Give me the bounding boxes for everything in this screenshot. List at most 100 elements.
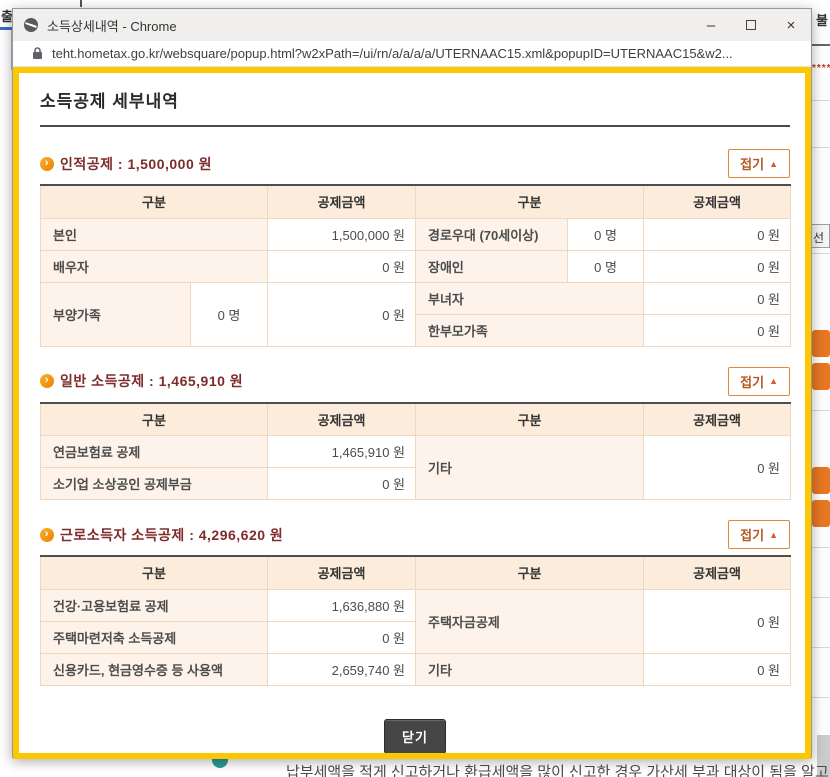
chrome-popup-window: 소득상세내역 - Chrome – × teht.hometax.go.kr/w… (12, 8, 812, 758)
window-titlebar: 소득상세내역 - Chrome – × (13, 9, 811, 41)
close-popup-button[interactable]: 닫기 (384, 719, 446, 754)
address-bar[interactable]: teht.hometax.go.kr/websquare/popup.html?… (13, 41, 811, 67)
section-title-text: 일반 소득공제 : 1,465,910 원 (60, 371, 243, 391)
screen: 출 불 **** 선 납부세액을 적게 신고하거나 환급세액을 많이 신고한 경… (0, 0, 830, 777)
label-cell: 주택자금공제 (416, 589, 644, 653)
background-row-line (810, 597, 830, 598)
column-header: 공제금액 (644, 556, 791, 589)
column-header: 공제금액 (268, 185, 416, 218)
background-orange-button[interactable] (812, 500, 830, 527)
collapse-label: 접기 (740, 154, 764, 173)
section-title-text: 근로소득자 소득공제 : 4,296,620 원 (60, 525, 283, 545)
collapse-label: 접기 (740, 372, 764, 391)
table-header-row: 구분 공제금액 구분 공제금액 (41, 556, 791, 589)
collapse-arrow-icon: ▲ (769, 159, 778, 169)
collapse-button[interactable]: 접기 ▲ (728, 367, 790, 396)
count-cell: 0 명 (191, 282, 268, 346)
section-arrow-icon: › (40, 528, 54, 542)
background-row-line (810, 147, 830, 148)
label-cell: 경로우대 (70세이상) (416, 218, 568, 250)
collapse-button[interactable]: 접기 ▲ (728, 520, 790, 549)
column-header: 구분 (41, 403, 268, 436)
column-header: 구분 (416, 185, 644, 218)
minimize-button[interactable]: – (691, 9, 731, 41)
collapse-arrow-icon: ▲ (769, 530, 778, 540)
amount-cell: 0 원 (644, 250, 791, 282)
background-orange-button[interactable] (812, 467, 830, 494)
column-header: 공제금액 (644, 185, 791, 218)
amount-cell: 0 원 (268, 250, 416, 282)
label-cell: 부양가족 (41, 282, 191, 346)
amount-cell: 0 원 (268, 621, 416, 653)
background-notice-text: 납부세액을 적게 신고하거나 환급세액을 많이 신고한 경우 가산세 부과 대상… (286, 761, 830, 777)
background-tab-right: 불 (816, 10, 828, 29)
amount-cell: 0 원 (644, 653, 791, 685)
earned-income-deduction-table: 구분 공제금액 구분 공제금액 건강·고용보험료 공제 1,636,880 원 … (40, 555, 791, 686)
table-row: 본인 1,500,000 원 경로우대 (70세이상) 0 명 0 원 (41, 218, 791, 250)
title-divider (40, 125, 790, 127)
section-arrow-icon: › (40, 374, 54, 388)
label-cell: 주택마련저축 소득공제 (41, 621, 268, 653)
label-cell: 장애인 (416, 250, 568, 282)
amount-cell: 1,636,880 원 (268, 589, 416, 621)
label-cell: 기타 (416, 653, 644, 685)
close-window-button[interactable]: × (771, 9, 811, 41)
table-row: 배우자 0 원 장애인 0 명 0 원 (41, 250, 791, 282)
window-title: 소득상세내역 - Chrome (47, 16, 177, 35)
amount-cell: 0 원 (644, 436, 791, 500)
section-arrow-icon: › (40, 157, 54, 171)
column-header: 공제금액 (268, 403, 416, 436)
background-required-stars: **** (812, 63, 830, 74)
section-title-text: 인적공제 : 1,500,000 원 (60, 154, 212, 174)
url-text[interactable]: teht.hometax.go.kr/websquare/popup.html?… (52, 46, 733, 61)
section-general-deduction: › 일반 소득공제 : 1,465,910 원 접기 ▲ 구분 공제금액 (40, 367, 790, 501)
background-orange-button[interactable] (812, 363, 830, 390)
amount-cell: 0 원 (268, 282, 416, 346)
amount-cell: 0 원 (268, 468, 416, 500)
amount-cell: 2,659,740 원 (268, 653, 416, 685)
maximize-button[interactable] (731, 9, 771, 41)
page-title: 소득공제 세부내역 (40, 87, 790, 112)
amount-cell: 0 원 (644, 218, 791, 250)
table-header-row: 구분 공제금액 구분 공제금액 (41, 403, 791, 436)
background-row-line (810, 647, 830, 648)
table-row: 건강·고용보험료 공제 1,636,880 원 주택자금공제 0 원 (41, 589, 791, 621)
background-rule (812, 44, 830, 46)
popup-content: 소득공제 세부내역 › 인적공제 : 1,500,000 원 접기 ▲ (19, 73, 805, 754)
section-title: › 근로소득자 소득공제 : 4,296,620 원 (40, 525, 283, 545)
amount-cell: 0 원 (644, 314, 791, 346)
background-row-line (810, 410, 830, 411)
count-cell: 0 명 (568, 218, 644, 250)
column-header: 구분 (416, 403, 644, 436)
amount-cell: 0 원 (644, 589, 791, 653)
section-title: › 인적공제 : 1,500,000 원 (40, 154, 212, 174)
count-cell: 0 명 (568, 250, 644, 282)
label-cell: 부녀자 (416, 282, 644, 314)
label-cell: 배우자 (41, 250, 268, 282)
popup-highlight-frame: 소득공제 세부내역 › 인적공제 : 1,500,000 원 접기 ▲ (13, 67, 811, 759)
label-cell: 건강·고용보험료 공제 (41, 589, 268, 621)
collapse-button[interactable]: 접기 ▲ (728, 149, 790, 178)
section-personal-deduction: › 인적공제 : 1,500,000 원 접기 ▲ 구분 공제금액 (40, 149, 790, 347)
amount-cell: 1,500,000 원 (268, 218, 416, 250)
window-controls: – × (691, 9, 811, 41)
background-row-line (810, 697, 830, 698)
column-header: 구분 (41, 185, 268, 218)
column-header: 구분 (416, 556, 644, 589)
amount-cell: 0 원 (644, 282, 791, 314)
section-title: › 일반 소득공제 : 1,465,910 원 (40, 371, 243, 391)
table-header-row: 구분 공제금액 구분 공제금액 (41, 185, 791, 218)
personal-deduction-table: 구분 공제금액 구분 공제금액 본인 1,500,000 원 경로우대 (70세… (40, 184, 791, 347)
section-earned-income-deduction: › 근로소득자 소득공제 : 4,296,620 원 접기 ▲ 구분 공제금액 (40, 520, 790, 686)
table-row: 부양가족 0 명 0 원 부녀자 0 원 (41, 282, 791, 314)
favicon-globe-icon (23, 17, 39, 33)
maximize-icon (746, 20, 756, 30)
label-cell: 본인 (41, 218, 268, 250)
background-orange-button[interactable] (812, 330, 830, 357)
label-cell: 한부모가족 (416, 314, 644, 346)
column-header: 공제금액 (268, 556, 416, 589)
lock-icon[interactable] (32, 47, 43, 60)
table-row: 신용카드, 현금영수증 등 사용액 2,659,740 원 기타 0 원 (41, 653, 791, 685)
label-cell: 연금보험료 공제 (41, 436, 268, 468)
label-cell: 소기업 소상공인 공제부금 (41, 468, 268, 500)
